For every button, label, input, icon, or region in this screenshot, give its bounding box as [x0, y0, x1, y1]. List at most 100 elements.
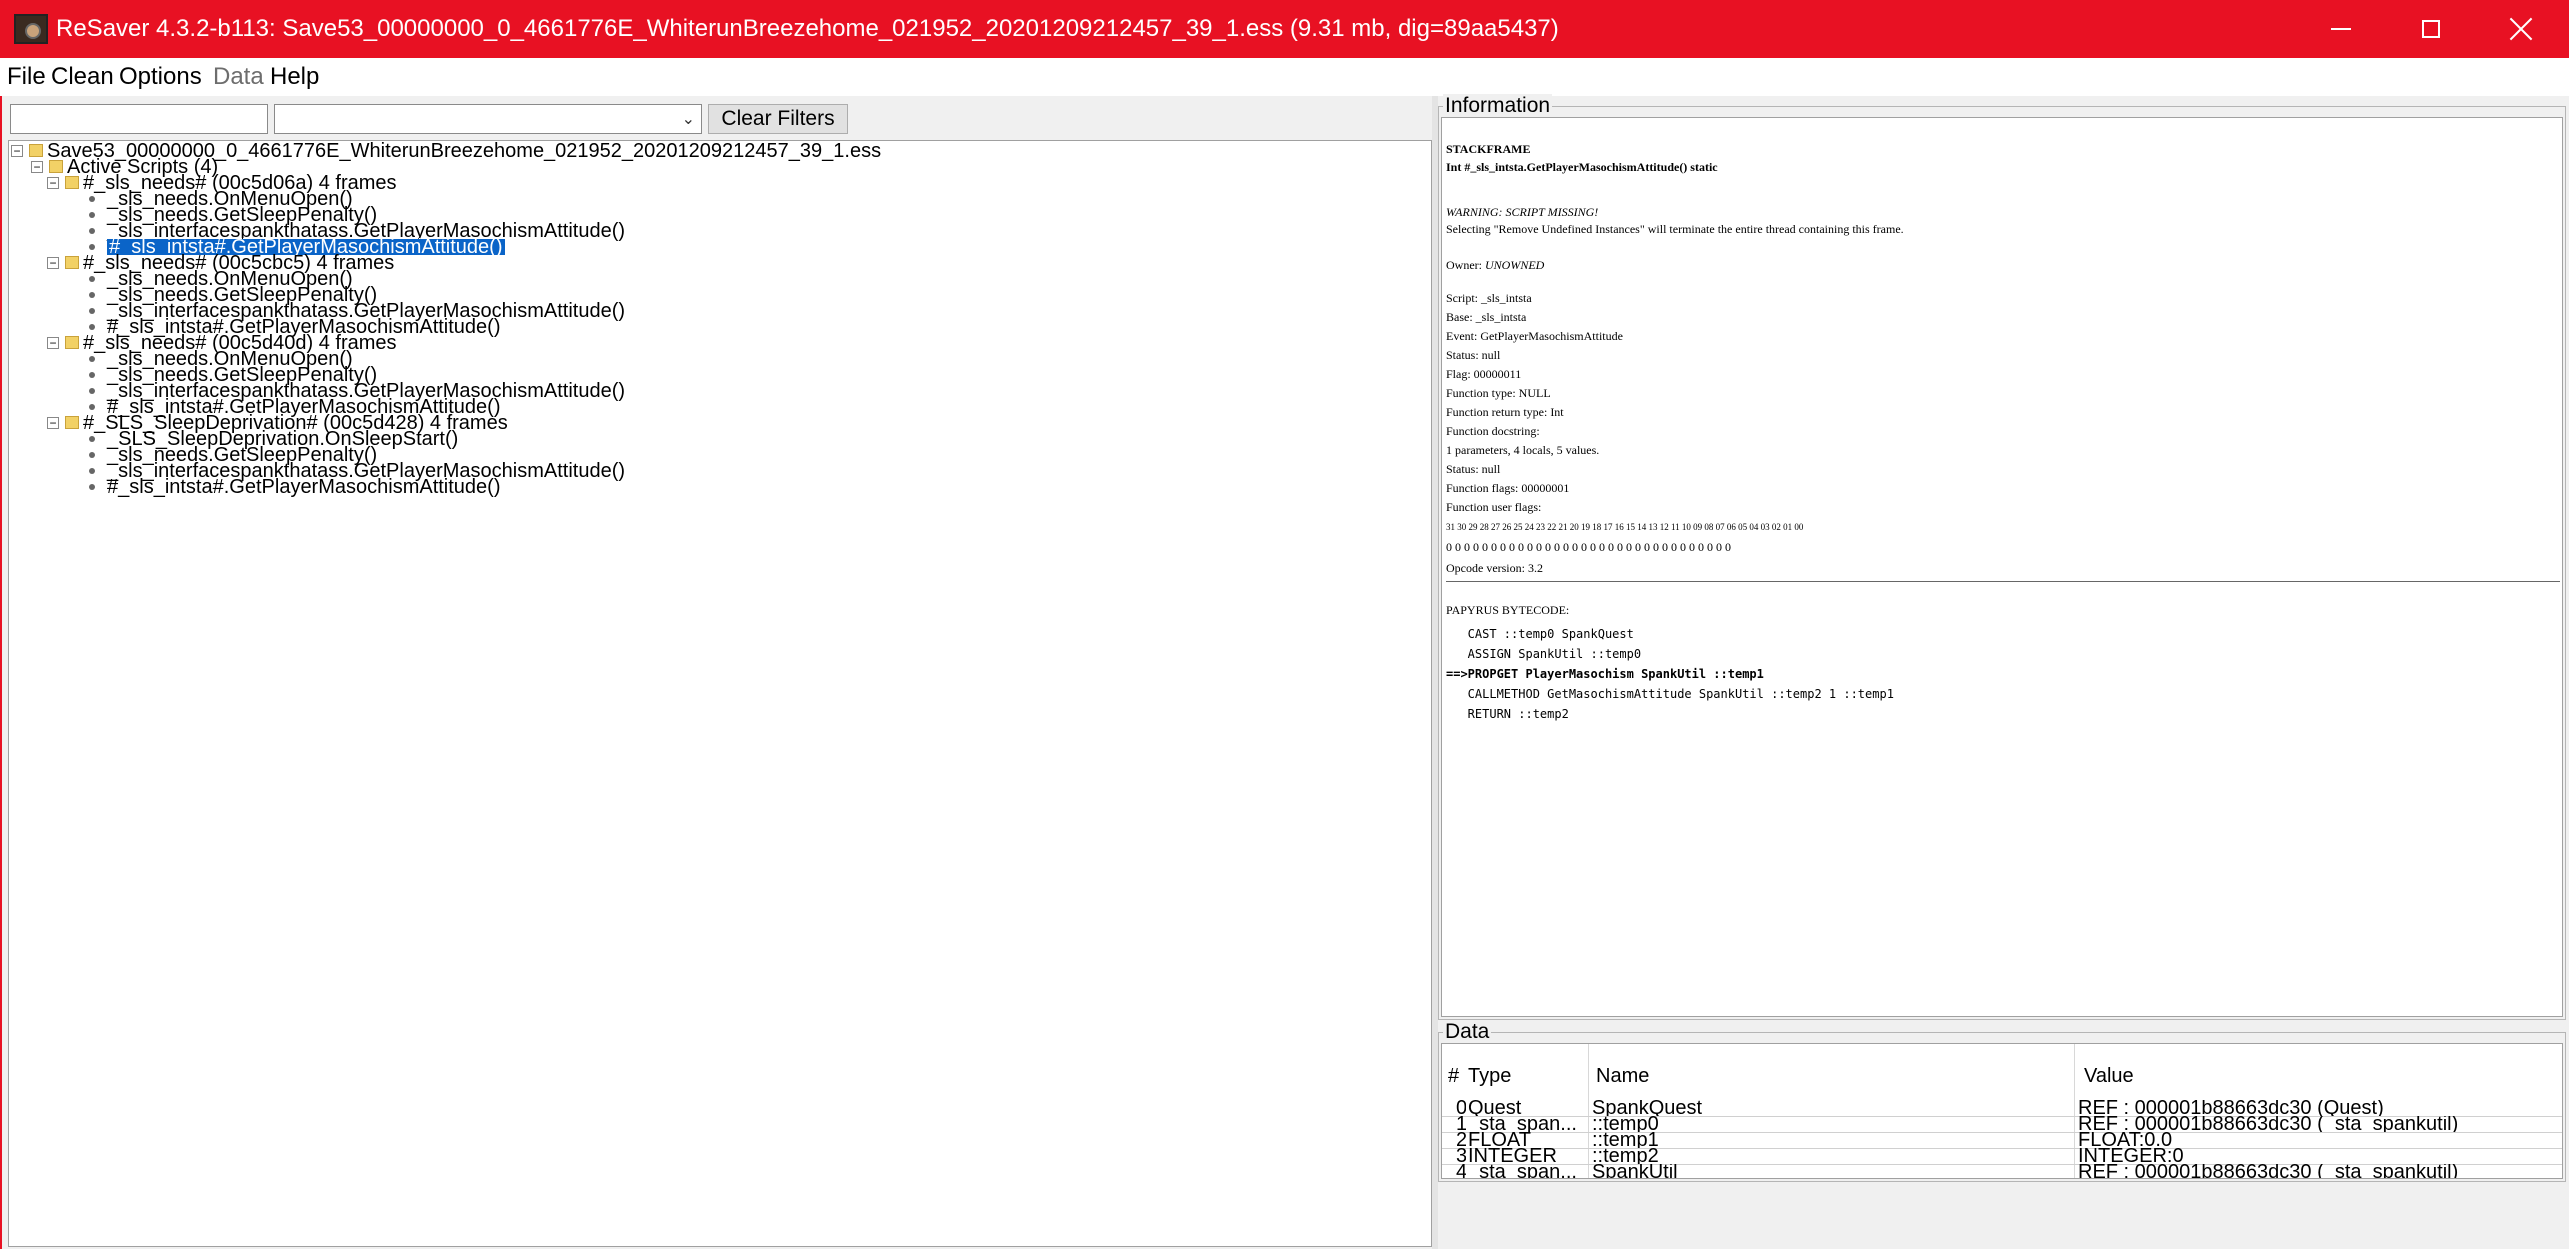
- folder-icon: [29, 144, 43, 157]
- table-row[interactable]: 2 FLOAT ::temp1 FLOAT:0.0: [1442, 1132, 2562, 1149]
- bullet-icon: [89, 244, 95, 250]
- collapse-icon[interactable]: −: [47, 337, 59, 349]
- bullet-icon: [89, 452, 95, 458]
- status-area: [1438, 1182, 2569, 1249]
- data-title: Data: [1443, 1020, 1492, 1044]
- information-group: Information STACKFRAME Int #_sls_intsta.…: [1438, 94, 2566, 1020]
- info-heading: STACKFRAME: [1446, 142, 1531, 156]
- info-detail: Base: _sls_intsta: [1446, 310, 1527, 324]
- minimize-icon: [2331, 28, 2351, 30]
- cell-name: ::temp2: [1592, 1148, 1659, 1164]
- table-row[interactable]: 0 Quest SpankQuest REF : 000001b88663dc3…: [1442, 1100, 2562, 1117]
- collapse-icon[interactable]: −: [11, 145, 23, 157]
- app-icon: [14, 14, 48, 44]
- bytecode-line: RETURN ::temp2: [1446, 707, 1569, 721]
- menu-help[interactable]: Help: [270, 63, 319, 91]
- folder-icon: [65, 416, 79, 429]
- info-detail: Status: null: [1446, 462, 1501, 476]
- save-tree[interactable]: − Save53_00000000_0_4661776E_WhiterunBre…: [8, 140, 1432, 1247]
- close-button[interactable]: [2476, 0, 2566, 58]
- cell-type: Quest: [1468, 1100, 1522, 1116]
- info-detail: Function docstring:: [1446, 424, 1540, 438]
- title-bar: ReSaver 4.3.2-b113: Save53_00000000_0_46…: [0, 0, 2569, 58]
- folder-icon: [65, 256, 79, 269]
- menu-clean[interactable]: Clean: [51, 63, 114, 91]
- window-title: ReSaver 4.3.2-b113: Save53_00000000_0_46…: [56, 15, 1559, 42]
- bytecode-line: CAST ::temp0 SpankQuest: [1446, 627, 1634, 641]
- close-icon: [2509, 17, 2533, 41]
- info-opcode-version: Opcode version: 3.2: [1446, 561, 1543, 575]
- table-row[interactable]: 1 _sta_span... ::temp0 REF : 000001b8866…: [1442, 1116, 2562, 1133]
- info-warning-detail: Selecting "Remove Undefined Instances" w…: [1446, 222, 1904, 236]
- collapse-icon[interactable]: −: [47, 417, 59, 429]
- menu-file[interactable]: File: [7, 63, 46, 91]
- bullet-icon: [89, 308, 95, 314]
- chevron-down-icon: ⌄: [681, 111, 695, 128]
- table-row[interactable]: 3 INTEGER ::temp2 INTEGER:0: [1442, 1148, 2562, 1165]
- info-detail: Status: null: [1446, 348, 1501, 362]
- info-detail: Function flags: 00000001: [1446, 481, 1570, 495]
- info-detail: Script: _sls_intsta: [1446, 291, 1532, 305]
- bullet-icon: [89, 196, 95, 202]
- bullet-icon: [89, 212, 95, 218]
- bullet-icon: [89, 276, 95, 282]
- left-pane: ⌄ Clear Filters − Save53_00000000_0_4661…: [0, 96, 1432, 1249]
- bullet-icon: [89, 388, 95, 394]
- info-detail: Function type: NULL: [1446, 386, 1551, 400]
- folder-icon: [49, 160, 63, 173]
- info-owner-label: Owner:: [1446, 258, 1485, 272]
- cell-index: 1: [1456, 1116, 1466, 1132]
- filter-select[interactable]: ⌄: [274, 104, 702, 134]
- info-owner: Owner: UNOWNED: [1446, 258, 1544, 273]
- data-group: Data # Type Name Value 0 Quest SpankQues…: [1438, 1020, 2566, 1182]
- menu-options[interactable]: Options: [119, 63, 202, 91]
- table-row[interactable]: 4 _sta_span... SpankUtil REF : 000001b88…: [1442, 1164, 2562, 1179]
- bullet-icon: [89, 436, 95, 442]
- cell-value: REF : 000001b88663dc30 (_sta_spankutil): [2078, 1164, 2459, 1179]
- column-header-name[interactable]: Name: [1596, 1064, 1649, 1088]
- cell-value: REF : 000001b88663dc30 (_sta_spankutil): [2078, 1116, 2459, 1132]
- cell-type: _sta_span...: [1468, 1116, 1577, 1132]
- cell-value: FLOAT:0.0: [2078, 1132, 2173, 1148]
- cell-type: _sta_span...: [1468, 1164, 1577, 1179]
- info-bytecode-heading: PAPYRUS BYTECODE:: [1446, 603, 1570, 617]
- column-header-type[interactable]: Type: [1468, 1064, 1511, 1088]
- info-detail: Flag: 00000011: [1446, 367, 1522, 381]
- info-detail: Function user flags:: [1446, 500, 1542, 514]
- info-owner-value: UNOWNED: [1485, 258, 1545, 272]
- cell-name: SpankUtil: [1592, 1164, 1678, 1179]
- bytecode-line-current: ==>PROPGET PlayerMasochism SpankUtil ::t…: [1446, 667, 1764, 681]
- collapse-icon[interactable]: −: [47, 177, 59, 189]
- info-detail: Function return type: Int: [1446, 405, 1564, 419]
- filter-input[interactable]: [10, 104, 268, 134]
- maximize-icon: [2422, 20, 2440, 38]
- info-bit-values: 0 0 0 0 0 0 0 0 0 0 0 0 0 0 0 0 0 0 0 0 …: [1446, 540, 1731, 554]
- bullet-icon: [89, 468, 95, 474]
- info-signature: Int #_sls_intsta.GetPlayerMasochismAttit…: [1446, 160, 1718, 174]
- bullet-icon: [89, 292, 95, 298]
- cell-name: SpankQuest: [1592, 1100, 1703, 1116]
- cell-name: ::temp1: [1592, 1132, 1659, 1148]
- clear-filters-button[interactable]: Clear Filters: [708, 104, 848, 134]
- tree-frame-label: #_sls_intsta#.GetPlayerMasochismAttitude…: [107, 476, 501, 498]
- maximize-button[interactable]: [2386, 0, 2476, 58]
- bullet-icon: [89, 484, 95, 490]
- collapse-icon[interactable]: −: [47, 257, 59, 269]
- collapse-icon[interactable]: −: [31, 161, 43, 173]
- cell-name: ::temp0: [1592, 1116, 1659, 1132]
- info-bit-indices: 31 30 29 28 27 26 25 24 23 22 21 20 19 1…: [1446, 522, 1804, 532]
- cell-type: FLOAT: [1468, 1132, 1531, 1148]
- information-panel: STACKFRAME Int #_sls_intsta.GetPlayerMas…: [1441, 117, 2563, 1017]
- minimize-button[interactable]: [2296, 0, 2386, 58]
- column-header-value[interactable]: Value: [2084, 1064, 2134, 1088]
- bullet-icon: [89, 324, 95, 330]
- folder-icon: [65, 176, 79, 189]
- cell-type: INTEGER: [1468, 1148, 1557, 1164]
- cell-value: INTEGER:0: [2078, 1148, 2184, 1164]
- data-table[interactable]: # Type Name Value 0 Quest SpankQuest REF…: [1441, 1043, 2563, 1179]
- info-detail: Event: GetPlayerMasochismAttitude: [1446, 329, 1623, 343]
- column-header-index[interactable]: #: [1448, 1064, 1459, 1088]
- info-detail: 1 parameters, 4 locals, 5 values.: [1446, 443, 1600, 457]
- menu-data[interactable]: Data: [213, 63, 264, 91]
- bullet-icon: [89, 228, 95, 234]
